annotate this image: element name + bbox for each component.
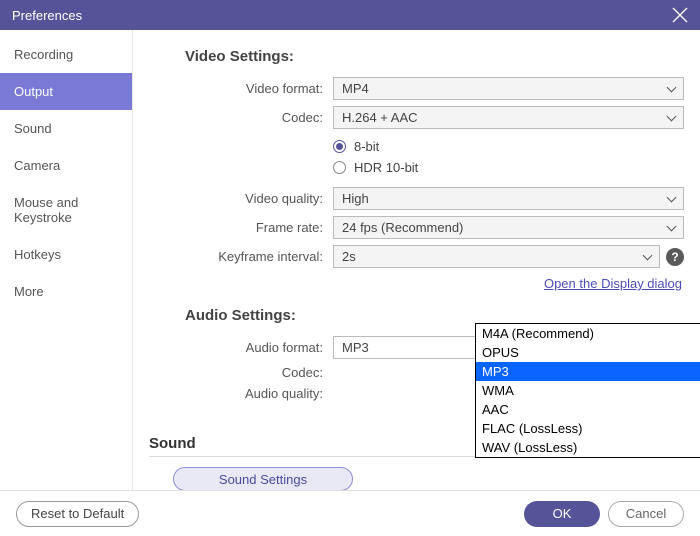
dropdown-item[interactable]: MP3 <box>476 362 700 381</box>
sidebar-item-camera[interactable]: Camera <box>0 147 132 184</box>
chevron-down-icon <box>667 192 677 202</box>
radio-icon <box>333 161 346 174</box>
sidebar-item-more[interactable]: More <box>0 273 132 310</box>
window-title: Preferences <box>12 8 82 23</box>
dropdown-item[interactable]: OPUS <box>476 343 700 362</box>
framerate-value: 24 fps (Recommend) <box>342 220 463 235</box>
radio-8bit-label: 8-bit <box>354 139 379 154</box>
video-quality-select[interactable]: High <box>333 187 684 210</box>
radio-8bit[interactable]: 8-bit <box>333 139 684 154</box>
help-icon[interactable]: ? <box>666 248 684 266</box>
sidebar-item-mouse-keystroke[interactable]: Mouse and Keystroke <box>0 184 132 236</box>
video-format-select[interactable]: MP4 <box>333 77 684 100</box>
sidebar-item-hotkeys[interactable]: Hotkeys <box>0 236 132 273</box>
radio-icon <box>333 140 346 153</box>
content-pane: Video Settings: Video format: MP4 Codec:… <box>133 30 700 490</box>
close-icon[interactable] <box>672 7 688 23</box>
framerate-label: Frame rate: <box>149 220 333 235</box>
audio-format-value: MP3 <box>342 340 369 355</box>
sidebar-item-output[interactable]: Output <box>0 73 132 110</box>
chevron-down-icon <box>667 221 677 231</box>
video-quality-label: Video quality: <box>149 191 333 206</box>
video-format-value: MP4 <box>342 81 369 96</box>
footer: Reset to Default OK Cancel <box>0 490 700 536</box>
framerate-select[interactable]: 24 fps (Recommend) <box>333 216 684 239</box>
chevron-down-icon <box>667 82 677 92</box>
dropdown-item[interactable]: AAC <box>476 400 700 419</box>
chevron-down-icon <box>667 111 677 121</box>
video-quality-value: High <box>342 191 369 206</box>
dropdown-item[interactable]: FLAC (LossLess) <box>476 419 700 438</box>
dropdown-item[interactable]: WAV (LossLess) <box>476 438 700 457</box>
keyframe-label: Keyframe interval: <box>149 249 333 264</box>
chevron-down-icon <box>643 250 653 260</box>
video-format-label: Video format: <box>149 81 333 96</box>
audio-codec-label: Codec: <box>149 365 333 380</box>
audio-format-dropdown[interactable]: M4A (Recommend) OPUS MP3 WMA AAC FLAC (L… <box>475 323 700 458</box>
dropdown-item[interactable]: WMA <box>476 381 700 400</box>
open-display-dialog-link[interactable]: Open the Display dialog <box>544 276 682 291</box>
sound-settings-button[interactable]: Sound Settings <box>173 467 353 490</box>
video-settings-title: Video Settings: <box>185 48 684 65</box>
reset-button[interactable]: Reset to Default <box>16 501 139 527</box>
keyframe-value: 2s <box>342 249 356 264</box>
cancel-button[interactable]: Cancel <box>608 501 684 527</box>
codec-select[interactable]: H.264 + AAC <box>333 106 684 129</box>
titlebar: Preferences <box>0 0 700 30</box>
sidebar-item-sound[interactable]: Sound <box>0 110 132 147</box>
audio-format-label: Audio format: <box>149 340 333 355</box>
radio-hdr[interactable]: HDR 10-bit <box>333 160 684 175</box>
ok-button[interactable]: OK <box>524 501 600 527</box>
audio-settings-title: Audio Settings: <box>185 307 684 324</box>
codec-label: Codec: <box>149 110 333 125</box>
radio-hdr-label: HDR 10-bit <box>354 160 418 175</box>
keyframe-select[interactable]: 2s <box>333 245 660 268</box>
audio-quality-label: Audio quality: <box>149 386 333 401</box>
codec-value: H.264 + AAC <box>342 110 418 125</box>
sidebar: Recording Output Sound Camera Mouse and … <box>0 30 133 490</box>
dropdown-item[interactable]: M4A (Recommend) <box>476 324 700 343</box>
sidebar-item-recording[interactable]: Recording <box>0 36 132 73</box>
